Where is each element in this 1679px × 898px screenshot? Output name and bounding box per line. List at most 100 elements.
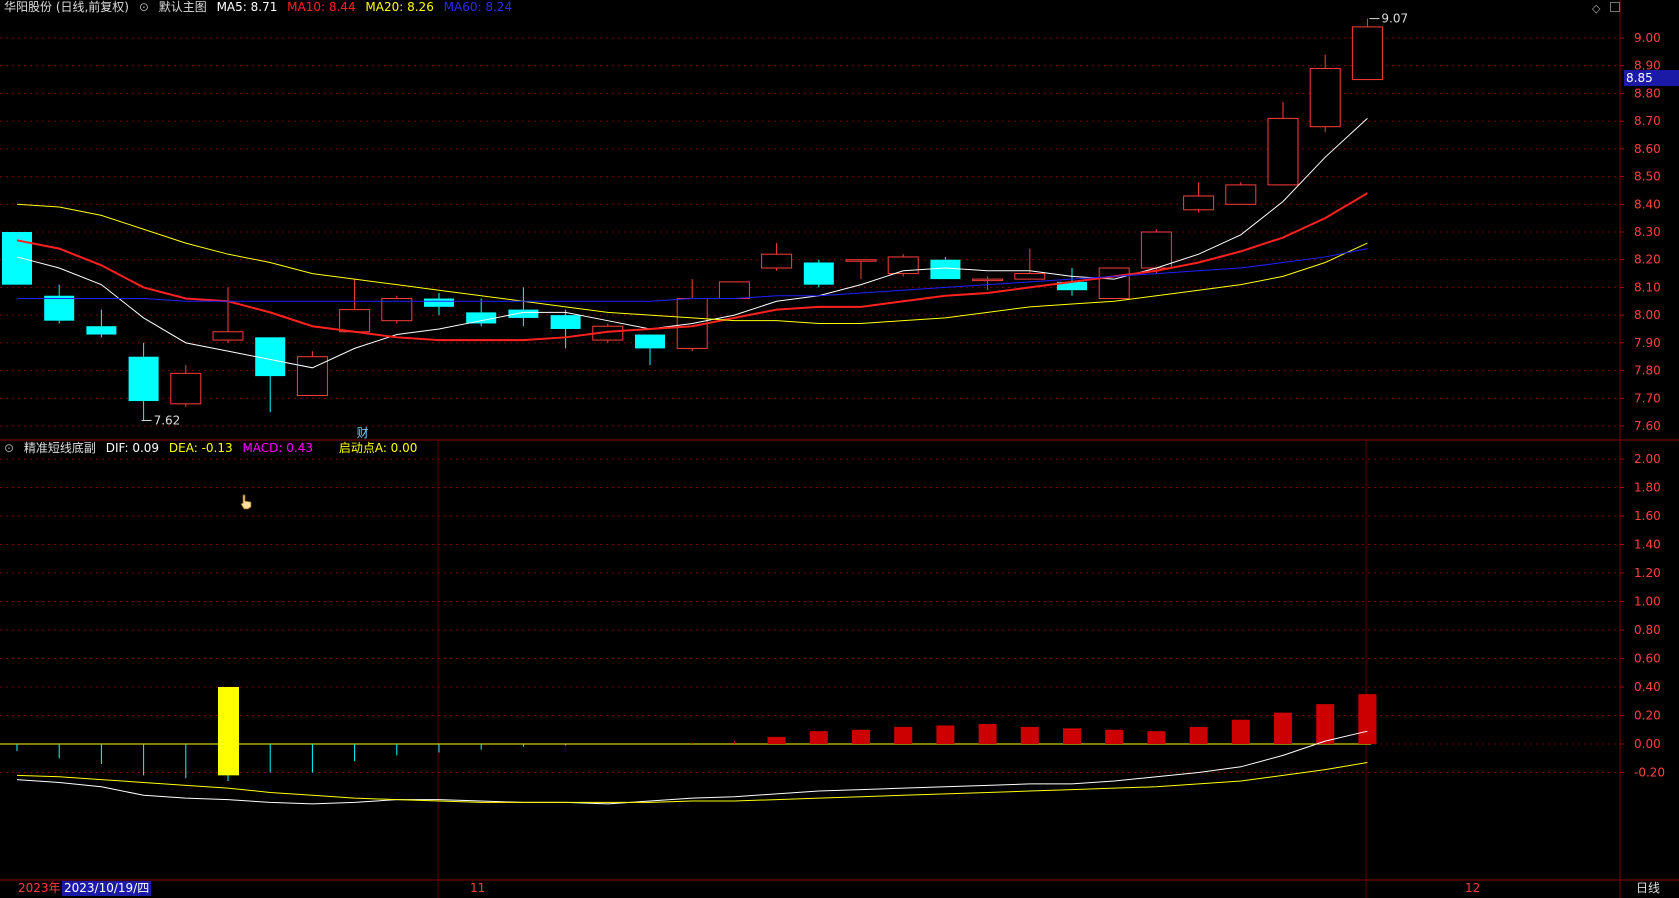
diamond-icon[interactable]: ◇: [1592, 2, 1600, 15]
candlesticks: [2, 18, 1383, 421]
candle-body: [212, 331, 244, 341]
y-tick-label: 1.40: [1634, 538, 1661, 552]
candle-body: [930, 259, 961, 280]
macd-bar: [1020, 726, 1039, 744]
candle-up: [676, 279, 708, 352]
ma10-value: MA10: 8.44: [287, 0, 356, 14]
candle-body: [339, 309, 371, 333]
y-tick-label: 8.30: [1634, 225, 1661, 239]
stock-title[interactable]: 华阳股份 (日线,前复权): [4, 0, 129, 14]
indicator-name[interactable]: 精准短线底副: [24, 441, 96, 455]
candle-down: [2, 232, 32, 285]
macd-bar: [1189, 726, 1208, 744]
start-point-value: 启动点A: 0.00: [338, 441, 418, 455]
ma20-value: MA20: 8.26: [365, 0, 434, 14]
macd-bar: [767, 736, 786, 744]
finance-marker: 财: [357, 426, 369, 440]
annotations: 7.62 9.07 财: [141, 12, 1408, 440]
candle-body: [845, 259, 877, 262]
candle-body: [86, 326, 117, 335]
dif-value: DIF: 0.09: [105, 441, 160, 455]
candle-body: [1309, 67, 1341, 128]
candle-up: [1267, 101, 1299, 186]
candle-body: [635, 334, 665, 349]
candle-down: [86, 309, 117, 338]
macd-bars: [0, 687, 1377, 782]
candle-body: [972, 278, 1004, 282]
ma5-value: MA5: 8.71: [216, 0, 278, 14]
macd-bar: [1274, 712, 1292, 744]
y-tick-label: 0.40: [1634, 680, 1661, 694]
candle-up: [845, 259, 877, 280]
low-label: 7.62: [154, 413, 181, 427]
high-label: 9.07: [1381, 12, 1408, 26]
template-label[interactable]: 默认主图: [159, 0, 207, 14]
candle-body: [466, 312, 497, 324]
candle-up: [1309, 54, 1341, 133]
y-tick-label: 0.00: [1634, 737, 1661, 751]
candle-down: [44, 284, 75, 324]
candle-up: [381, 295, 413, 324]
y-tick-label: 1.60: [1634, 509, 1661, 523]
y-tick-label: 1.20: [1634, 566, 1661, 580]
candle-body: [255, 337, 286, 377]
cursor-date: 2023/10/19/四: [62, 881, 152, 896]
y-tick-label: 8.20: [1634, 253, 1661, 267]
candle-body: [170, 372, 202, 405]
macd-bar: [978, 724, 997, 744]
candle-body: [2, 232, 32, 285]
period-label[interactable]: 日线: [1636, 881, 1660, 896]
chevron-down-icon[interactable]: ⊙: [139, 0, 149, 14]
sub-y-axis: 2.00 1.80 1.60 1.40 1.20 1.00 0.80 0.60 0.40 0.20…: [1620, 452, 1665, 780]
sub-header: ⊙ 精准短线底副 DIF: 0.09 DEA: -0.13 MACD: 0.43…: [4, 441, 423, 455]
y-tick-label: 0.20: [1634, 709, 1661, 723]
candle-down: [466, 298, 497, 327]
y-tick-label: 2.00: [1634, 452, 1661, 466]
hand-cursor-icon: [240, 494, 252, 510]
candle-up: [761, 243, 793, 271]
candle-body: [128, 356, 159, 402]
start-signal-bar: [218, 687, 239, 776]
candle-up: [1014, 248, 1046, 280]
candle-body: [508, 309, 539, 318]
candle-body: [1140, 231, 1172, 269]
candle-up: [1225, 182, 1257, 205]
macd-value: MACD: 0.43: [242, 441, 313, 455]
candle-body: [1014, 273, 1046, 280]
y-tick-label: 7.70: [1634, 391, 1661, 405]
candle-up: [972, 276, 1004, 291]
candle-up: [1140, 229, 1172, 274]
candle-body: [1183, 195, 1215, 211]
y-tick-label: 1.80: [1634, 481, 1661, 495]
candle-up: [296, 351, 328, 397]
candle-up: [718, 281, 750, 300]
macd-bar: [852, 729, 870, 744]
candle-body: [44, 295, 75, 321]
year-label: 2023年: [18, 881, 61, 895]
candle-body: [1267, 117, 1299, 186]
window-restore-icon[interactable]: [1610, 2, 1620, 12]
macd-bar: [894, 726, 913, 744]
ma60-value: MA60: 8.24: [443, 0, 513, 14]
y-tick-label: 7.60: [1634, 419, 1661, 433]
y-tick-label: 8.80: [1634, 86, 1661, 100]
chevron-down-icon[interactable]: ⊙: [4, 441, 14, 455]
candle-down: [255, 337, 286, 413]
y-tick-label: 8.40: [1634, 197, 1661, 211]
candle-up: [170, 365, 202, 407]
candle-down: [424, 292, 454, 316]
candle-body: [1351, 26, 1383, 81]
macd-bar: [1105, 729, 1124, 744]
y-tick-label: 7.90: [1634, 336, 1661, 350]
y-tick-label: 8.50: [1634, 170, 1661, 184]
dea-value: DEA: -0.13: [168, 441, 233, 455]
y-tick-label: 8.70: [1634, 114, 1661, 128]
y-tick-label: 0.80: [1634, 623, 1661, 637]
candle-body: [1225, 184, 1257, 205]
y-tick-label: 0.60: [1634, 652, 1661, 666]
candle-down: [508, 287, 539, 327]
main-header: 华阳股份 (日线,前复权) ⊙ 默认主图 MA5: 8.71 MA10: 8.4…: [4, 0, 518, 14]
y-tick-label: 8.10: [1634, 280, 1661, 294]
candle-up: [887, 254, 919, 277]
candle-body: [1098, 267, 1130, 300]
